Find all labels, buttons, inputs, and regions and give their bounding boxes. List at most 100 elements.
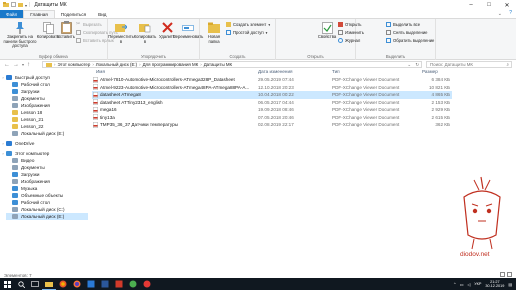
nav-item[interactable]: Загрузки xyxy=(6,88,88,95)
select-group-label: Выделить xyxy=(385,54,406,59)
tab-view[interactable]: Вид xyxy=(92,10,112,18)
app3-taskbar-icon[interactable] xyxy=(140,278,154,290)
new-group-label: Создать xyxy=(229,54,246,59)
move-to-button[interactable]: Переместить в xyxy=(108,21,134,44)
forward-icon[interactable]: → xyxy=(13,62,19,68)
file-row[interactable]: tiny13a 07.05.2018 20:46 PDF-XChange Viewe… xyxy=(92,114,452,122)
chevron-down-icon[interactable]: ⌄ xyxy=(498,11,502,17)
file-row[interactable]: datasheet ATmega8 10.04.2018 00:22 PDF-XCh… xyxy=(92,91,452,99)
new-folder-icon[interactable] xyxy=(18,2,23,9)
task-view-icon[interactable] xyxy=(28,278,42,290)
nav-item[interactable]: Объемные объекты xyxy=(6,192,88,199)
firefox-taskbar-icon[interactable] xyxy=(70,278,84,290)
file-row[interactable]: Atmel-7810-Automotive-Microcontrollers-A… xyxy=(92,76,452,84)
tab-file[interactable]: Файл xyxy=(0,10,24,18)
nav-item[interactable]: Изображения xyxy=(6,102,88,109)
nav-item[interactable]: › Быстрый доступ xyxy=(0,74,88,81)
properties-icon[interactable] xyxy=(11,1,16,9)
file-size: 2 615 КБ xyxy=(431,114,450,120)
network-icon[interactable]: ▭ xyxy=(460,282,464,287)
new-item-button[interactable]: Создать элемент ▾ xyxy=(226,22,270,27)
column-size[interactable]: Размер xyxy=(422,69,438,74)
large-icons-view-icon[interactable] xyxy=(507,272,512,277)
details-view-icon[interactable] xyxy=(500,272,505,277)
new-folder-icon xyxy=(207,21,221,34)
invert-selection-button[interactable]: Обратить выделение xyxy=(386,38,434,43)
minimize-button[interactable]: – xyxy=(462,0,480,10)
app2-taskbar-icon[interactable] xyxy=(126,278,140,290)
copy-button[interactable]: Копировать xyxy=(37,21,59,40)
window-title: Датащиты МК xyxy=(34,2,67,8)
breadcrumb-this-pc[interactable]: Этот компьютер xyxy=(57,62,90,67)
chevron-up-icon[interactable]: ^ xyxy=(454,282,456,286)
navigation-pane[interactable]: › Быстрый доступ Рабочий стол Загрузки Докум… xyxy=(0,70,88,272)
pin-quick-access-button[interactable]: Закрепить на панели быстрого доступа xyxy=(2,21,38,49)
tab-home[interactable]: Главная xyxy=(23,10,55,18)
cut-button[interactable]: ✂ Вырезать xyxy=(76,22,102,28)
view-toggle xyxy=(500,272,512,277)
nav-item-label: Музыка xyxy=(21,186,38,191)
nav-item[interactable]: Документы xyxy=(6,95,88,102)
copy-to-button[interactable]: Копировать в xyxy=(134,21,156,44)
nav-item[interactable]: › Этот компьютер xyxy=(0,150,88,157)
properties-button[interactable]: Свойства xyxy=(318,21,336,40)
column-date[interactable]: Дата изменения xyxy=(258,69,293,74)
nav-item[interactable]: Изображения xyxy=(6,178,88,185)
tab-share[interactable]: Поделиться xyxy=(55,10,92,18)
rename-button[interactable]: Переименовать xyxy=(173,21,203,40)
new-folder-button[interactable]: Новая папка xyxy=(204,21,224,44)
nav-item[interactable]: Локальный диск (E:) xyxy=(6,213,88,220)
app-taskbar-icon[interactable] xyxy=(84,278,98,290)
column-type[interactable]: Тип xyxy=(332,69,340,74)
nav-item[interactable]: Видео xyxy=(6,157,88,164)
browser-taskbar-icon[interactable] xyxy=(56,278,70,290)
select-none-button[interactable]: Снять выделение xyxy=(386,30,428,35)
properties-icon xyxy=(321,21,334,34)
nav-item[interactable]: Рабочий стол xyxy=(6,81,88,88)
notifications-icon[interactable]: ▤ xyxy=(508,282,512,287)
nav-item[interactable]: Lesson_22 xyxy=(6,123,88,130)
column-name[interactable]: Имя xyxy=(96,69,105,74)
file-date: 02.08.2019 22:17 xyxy=(258,122,294,128)
delete-icon xyxy=(161,21,174,34)
file-row[interactable]: Atmel-9223-Automotive-Microcontrollers-A… xyxy=(92,84,452,92)
nav-item[interactable]: › OneDrive xyxy=(0,140,88,147)
back-icon[interactable]: ← xyxy=(4,62,10,68)
start-button[interactable] xyxy=(0,278,14,290)
nav-item[interactable]: Lesson 18 xyxy=(6,109,88,116)
file-row[interactable]: TMP35_36_37 Датчики температуры 02.08.201… xyxy=(92,121,452,129)
nav-item[interactable]: Документы xyxy=(6,164,88,171)
up-icon[interactable]: ↑ xyxy=(27,62,30,68)
select-all-button[interactable]: Выделить все xyxy=(386,22,420,27)
nav-item[interactable]: Локальный диск (E:) xyxy=(6,130,88,137)
watermark-text: diodov.net xyxy=(460,251,490,258)
column-headers: Имя Дата изменения Тип Размер xyxy=(88,67,516,75)
clock[interactable]: 21:27 30.12.2019 xyxy=(485,280,504,289)
nav-item[interactable]: Lesson_21 xyxy=(6,116,88,123)
maximize-button[interactable]: □ xyxy=(480,0,498,10)
drive-icon xyxy=(12,207,18,212)
easy-access-button[interactable]: Простой доступ ▾ xyxy=(226,30,267,35)
word-taskbar-icon[interactable] xyxy=(98,278,112,290)
chevron-down-icon[interactable]: ▾ xyxy=(22,62,24,68)
explorer-taskbar-icon[interactable] xyxy=(42,278,56,290)
nav-item[interactable]: Локальный диск (C:) xyxy=(6,206,88,213)
help-icon[interactable]: ? xyxy=(509,10,512,16)
nav-item[interactable]: Загрузки xyxy=(6,171,88,178)
nav-item[interactable]: Музыка xyxy=(6,185,88,192)
file-name: mega16 xyxy=(100,107,117,113)
file-row[interactable]: datasheet ATTiny2313_english 06.05.2017 0… xyxy=(92,99,452,107)
computer-icon xyxy=(6,151,12,156)
nav-item[interactable]: Рабочий стол xyxy=(6,199,88,206)
volume-icon[interactable]: ◁ xyxy=(467,282,470,287)
window-controls: – □ ✕ xyxy=(462,0,516,10)
chevron-down-icon[interactable]: ▾ xyxy=(25,3,27,8)
nav-item-label: Lesson_22 xyxy=(21,124,44,129)
paste-button[interactable]: Вставить xyxy=(57,21,75,40)
search-icon[interactable] xyxy=(14,278,28,290)
language-indicator[interactable]: УКР xyxy=(474,282,481,286)
pdf-viewer-taskbar-icon[interactable] xyxy=(112,278,126,290)
file-row[interactable]: mega16 19.09.2018 08:46 PDF-XChange Viewer… xyxy=(92,106,452,114)
close-button[interactable]: ✕ xyxy=(498,0,516,10)
title-bar: ▾ | Датащиты МК – □ ✕ xyxy=(0,0,516,10)
